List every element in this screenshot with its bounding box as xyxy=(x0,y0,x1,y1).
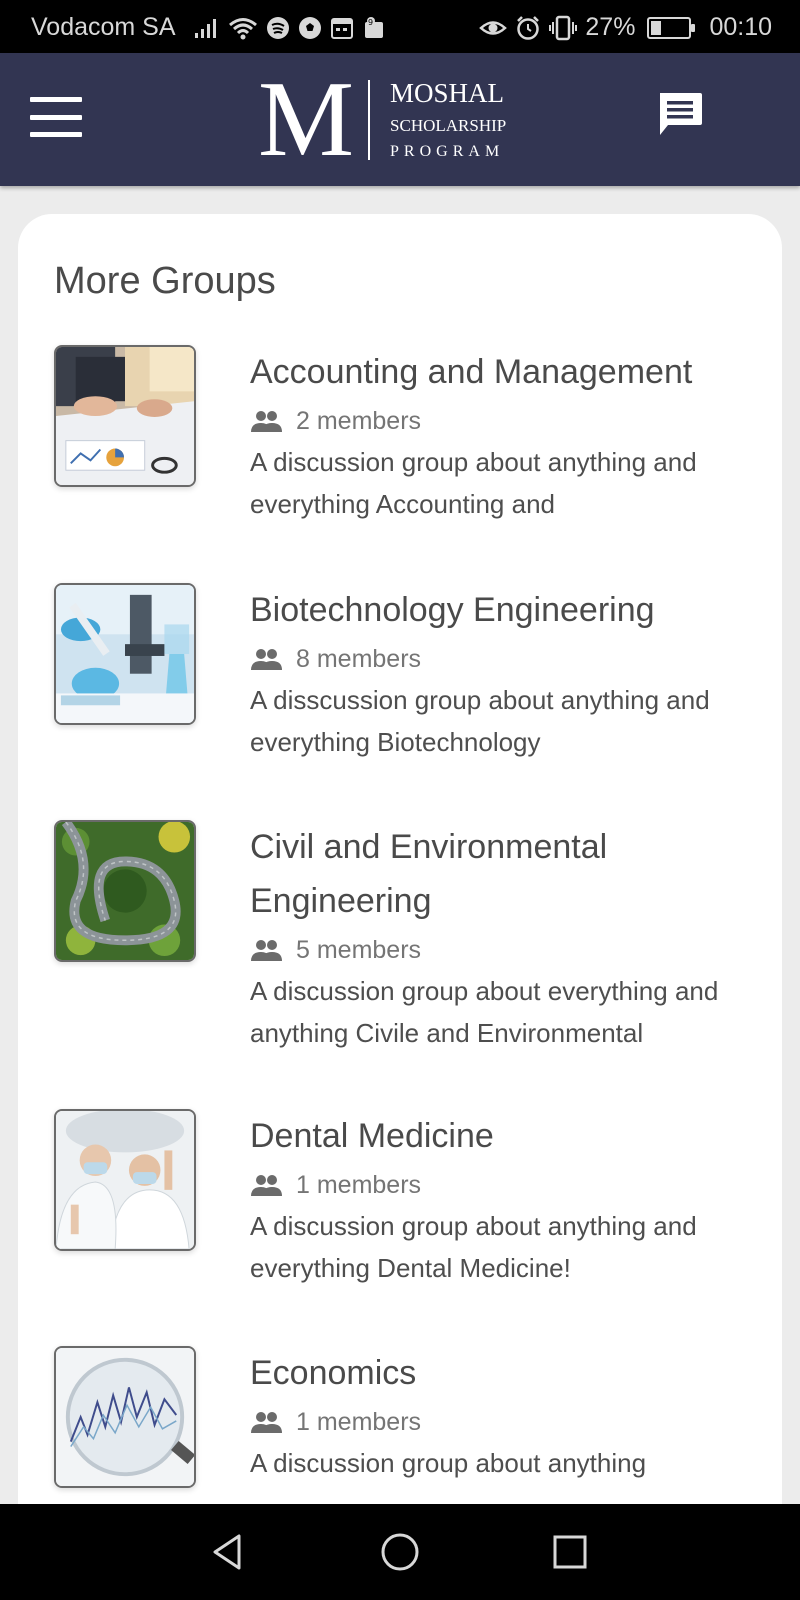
member-count: 2 members xyxy=(296,406,422,435)
battery-icon xyxy=(647,16,696,39)
app-header: M MOSHAL SCHOLARSHIP PROGRAM xyxy=(0,53,800,186)
signal-icon xyxy=(194,18,216,38)
dentists-image xyxy=(54,1109,196,1251)
menu-bar-line xyxy=(30,97,82,102)
group-description: A discussion group about anything and ev… xyxy=(250,1211,697,1283)
group-name: Economics xyxy=(250,1354,417,1392)
group-description: A disscussion group about anything and e… xyxy=(250,685,710,757)
member-count: 1 members xyxy=(296,1170,422,1199)
battery-fill xyxy=(651,20,662,35)
recent-apps-icon[interactable] xyxy=(548,1530,592,1574)
status-icons-left: 9 xyxy=(194,16,386,40)
group-text: Economics 1 members A discussion group a… xyxy=(250,1346,754,1484)
status-bar: Vodacom SA 9 27% 00:10 xyxy=(0,0,800,53)
magnifier-chart-image xyxy=(54,1346,196,1488)
member-count: 5 members xyxy=(296,935,422,964)
people-icon xyxy=(251,649,282,670)
menu-bar-line xyxy=(30,132,82,137)
carrier-name: Vodacom SA xyxy=(31,13,176,41)
group-text: Accounting and Management 2 members A di… xyxy=(250,345,754,525)
member-count: 8 members xyxy=(296,644,422,673)
back-icon[interactable] xyxy=(207,1530,251,1574)
group-name: Civil and Environmental Engineering xyxy=(250,828,608,920)
group-text: Dental Medicine 1 members A discussion g… xyxy=(250,1109,754,1289)
moshal-logo: M MOSHAL SCHOLARSHIP PROGRAM xyxy=(258,66,507,174)
logo-line-program: PROGRAM xyxy=(390,143,505,161)
logo-divider xyxy=(368,80,371,160)
people-icon xyxy=(251,940,282,961)
chat-icon[interactable] xyxy=(656,91,704,137)
vibrate-icon xyxy=(549,15,578,40)
group-members: 8 members xyxy=(250,641,754,677)
group-name: Dental Medicine xyxy=(250,1117,494,1155)
status-right: 27% 00:10 xyxy=(479,13,772,42)
home-icon[interactable] xyxy=(378,1530,422,1574)
forest-road-image xyxy=(54,820,196,962)
football-icon xyxy=(298,16,321,39)
logo-line-scholarship: SCHOLARSHIP xyxy=(390,115,507,135)
menu-bar-line xyxy=(30,114,82,120)
section-title: More Groups xyxy=(54,260,276,302)
notification-icon: 9 xyxy=(364,16,383,38)
svg-text:9: 9 xyxy=(368,18,373,27)
hamburger-menu-icon[interactable] xyxy=(30,97,82,137)
logo-text: MOSHAL SCHOLARSHIP PROGRAM xyxy=(390,78,507,161)
member-count: 1 members xyxy=(296,1407,422,1436)
group-members: 1 members xyxy=(250,1404,754,1440)
people-icon xyxy=(251,1412,282,1433)
status-left: Vodacom SA 9 xyxy=(31,13,386,42)
battery-percent: 27% xyxy=(585,13,636,41)
group-text: Biotechnology Engineering 8 members A di… xyxy=(250,583,754,763)
group-name: Biotechnology Engineering xyxy=(250,591,655,629)
spotify-icon xyxy=(266,16,289,39)
alarm-icon xyxy=(517,15,540,40)
group-description: A discussion group about everything and … xyxy=(250,976,719,1048)
logo-letter: M xyxy=(258,60,354,179)
logo-line-moshal: MOSHAL xyxy=(390,78,505,109)
lab-pipette-image xyxy=(54,583,196,725)
business-meeting-image xyxy=(54,345,196,487)
group-description: A discussion group about anything and ev… xyxy=(250,447,697,519)
group-text: Civil and Environmental Engineering 5 me… xyxy=(250,820,754,1054)
calendar-icon xyxy=(330,17,353,39)
status-time: 00:10 xyxy=(709,13,772,41)
people-icon xyxy=(251,411,282,432)
android-nav-bar xyxy=(0,1504,800,1600)
group-name: Accounting and Management xyxy=(250,353,693,391)
people-icon xyxy=(251,1175,282,1196)
group-members: 2 members xyxy=(250,403,754,439)
groups-card: More Groups Accounting and Management 2 … xyxy=(18,214,782,1600)
eye-icon xyxy=(479,20,508,35)
group-members: 1 members xyxy=(250,1167,754,1203)
group-members: 5 members xyxy=(250,932,754,968)
wifi-icon xyxy=(228,17,257,39)
group-description: A discussion group about anything xyxy=(250,1448,647,1478)
